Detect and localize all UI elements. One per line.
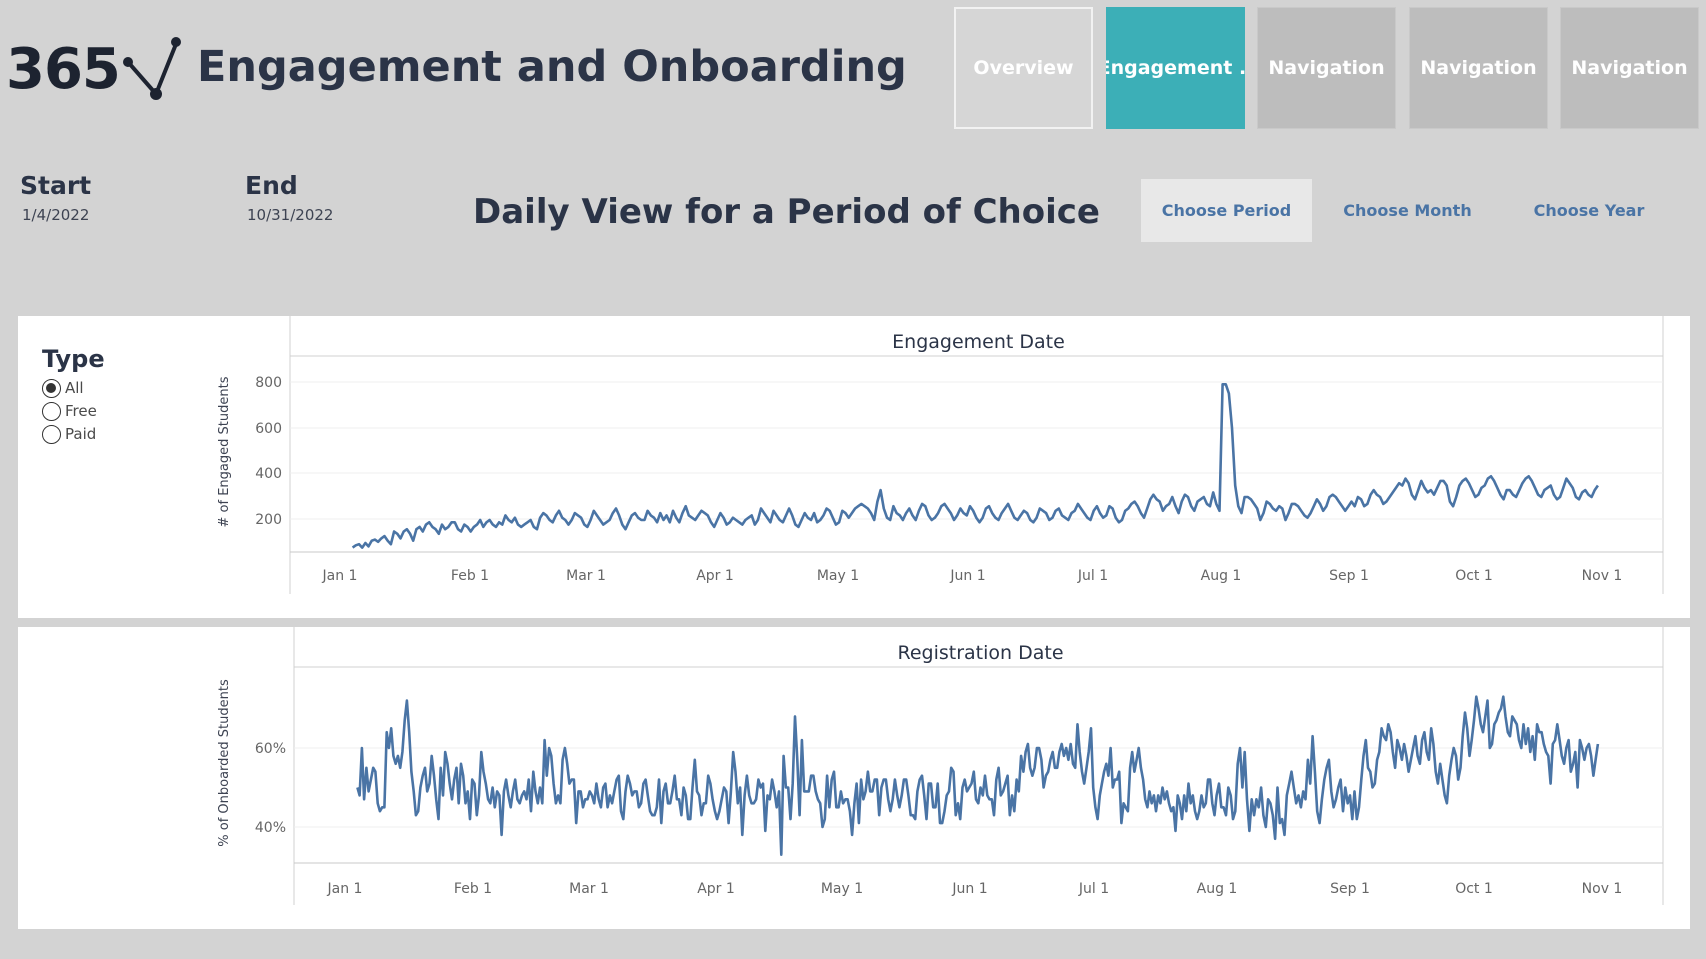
x-tick-label: Sep 1 bbox=[1329, 568, 1369, 584]
tab-navigation-2[interactable]: Navigation bbox=[1409, 7, 1548, 129]
y-tick-label: 600 bbox=[255, 421, 282, 437]
tab-navigation-3[interactable]: Navigation bbox=[1560, 7, 1699, 129]
x-tick-label: Feb 1 bbox=[451, 568, 489, 584]
x-tick-label: Aug 1 bbox=[1197, 881, 1238, 897]
x-tick-label: Nov 1 bbox=[1582, 568, 1623, 584]
x-tick-label: Apr 1 bbox=[697, 881, 735, 897]
choose-period-button[interactable]: Choose Period bbox=[1141, 179, 1312, 242]
series-line[interactable] bbox=[356, 695, 1600, 856]
y-tick-label: 40% bbox=[255, 820, 286, 836]
x-tick-label: May 1 bbox=[821, 881, 863, 897]
x-tick-label: Mar 1 bbox=[569, 881, 609, 897]
x-tick-label: Jul 1 bbox=[1077, 568, 1108, 584]
start-date-label: Start bbox=[20, 171, 92, 200]
y-tick-label: 200 bbox=[255, 512, 282, 528]
x-tick-label: Oct 1 bbox=[1455, 568, 1493, 584]
x-tick-label: Apr 1 bbox=[696, 568, 734, 584]
x-tick-label: Jun 1 bbox=[949, 568, 985, 584]
x-tick-label: Aug 1 bbox=[1201, 568, 1242, 584]
series-line[interactable] bbox=[351, 383, 1599, 549]
tab-navigation-1[interactable]: Navigation bbox=[1257, 7, 1396, 129]
choose-month-button[interactable]: Choose Month bbox=[1320, 179, 1495, 242]
y-tick-label: 800 bbox=[255, 375, 282, 391]
x-tick-label: Nov 1 bbox=[1582, 881, 1623, 897]
x-tick-label: Mar 1 bbox=[566, 568, 606, 584]
y-axis-label: # of Engaged Students bbox=[217, 376, 232, 527]
start-date-value[interactable]: 1/4/2022 bbox=[22, 206, 89, 224]
tab-overview[interactable]: Overview bbox=[954, 7, 1093, 129]
x-tick-label: May 1 bbox=[817, 568, 859, 584]
end-date-value[interactable]: 10/31/2022 bbox=[247, 206, 333, 224]
tab-engagement[interactable]: Engagement .. bbox=[1106, 7, 1245, 129]
x-tick-label: Feb 1 bbox=[454, 881, 492, 897]
engagement-chart: Engagement Date # of Engaged Students 200 4… bbox=[217, 316, 1664, 594]
x-tick-label: Jul 1 bbox=[1078, 881, 1109, 897]
y-axis-label: % of Onboarded Students bbox=[217, 679, 232, 847]
y-tick-label: 60% bbox=[255, 741, 286, 757]
logo-mark-icon bbox=[123, 37, 181, 100]
chart-title: Engagement Date bbox=[892, 331, 1065, 353]
chart-title: Registration Date bbox=[897, 642, 1063, 664]
page-title: Engagement and Onboarding bbox=[197, 42, 907, 92]
x-tick-label: Jun 1 bbox=[951, 881, 987, 897]
x-tick-label: Sep 1 bbox=[1330, 881, 1370, 897]
section-heading: Daily View for a Period of Choice bbox=[473, 192, 1100, 232]
end-date-label: End bbox=[245, 171, 298, 200]
choose-year-button[interactable]: Choose Year bbox=[1505, 179, 1673, 242]
logo: 365 bbox=[6, 37, 121, 102]
x-tick-label: Jan 1 bbox=[327, 881, 363, 897]
y-tick-label: 400 bbox=[255, 466, 282, 482]
x-tick-label: Jan 1 bbox=[322, 568, 358, 584]
registration-chart: Registration Date % of Onboarded Students… bbox=[217, 627, 1664, 905]
x-tick-label: Oct 1 bbox=[1455, 881, 1493, 897]
